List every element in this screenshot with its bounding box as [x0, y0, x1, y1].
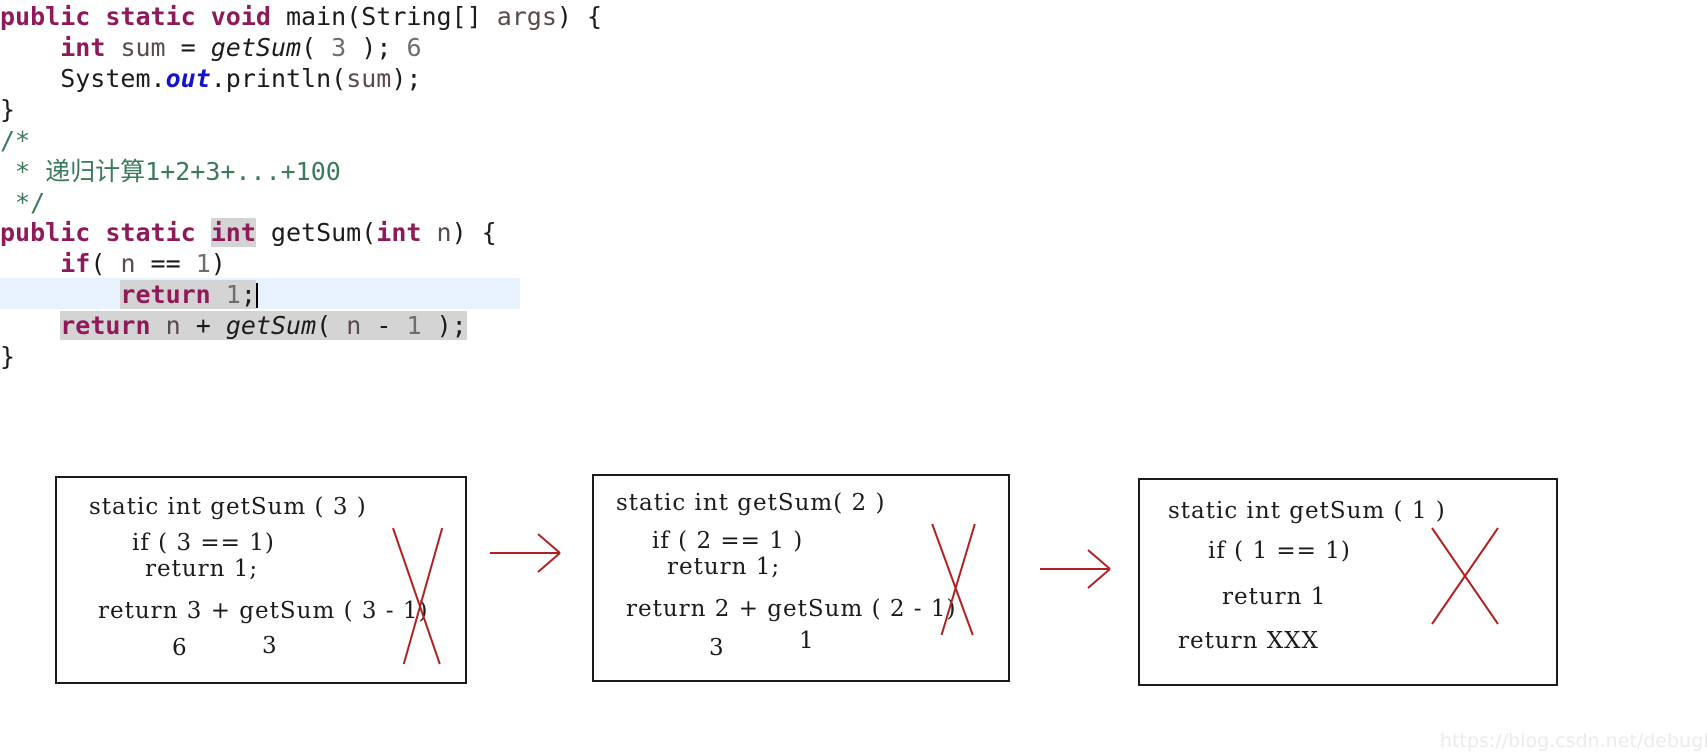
code-token: main(String[]	[285, 2, 497, 31]
frame-code-line: 3	[262, 633, 278, 659]
frame-code-line: return XXX	[1178, 628, 1319, 654]
code-token: =	[165, 33, 211, 62]
code-token: * 递归计算1+2+3+...+100	[0, 157, 341, 186]
code-token: );	[421, 311, 467, 340]
code-token: if	[60, 249, 91, 278]
flow-arrow-icon	[490, 533, 561, 573]
code-line[interactable]: return n + getSum( n - 1 );	[0, 309, 1707, 342]
frame-code-line: return 2 + getSum ( 2 - 1)	[626, 596, 957, 622]
code-token: getSum(	[255, 218, 377, 247]
code-line[interactable]: }	[0, 93, 1707, 126]
code-line[interactable]: /*	[0, 124, 1707, 157]
frame-code-line: static int getSum( 2 )	[616, 490, 886, 516]
code-token: public static	[0, 218, 211, 247]
code-token: -	[361, 311, 407, 340]
code-line[interactable]: public static void main(String[] args) {	[0, 0, 1707, 33]
frame-code-line: 3	[709, 635, 725, 661]
code-token: 1	[406, 311, 422, 340]
code-token: n	[436, 218, 452, 247]
cross-out-icon	[1431, 527, 1499, 625]
code-token: n	[346, 311, 362, 340]
code-token: args	[496, 2, 557, 31]
frame-code-line: 1	[799, 628, 815, 654]
frame-code-line: 6	[172, 635, 188, 661]
cross-out-icon	[392, 527, 444, 665]
code-token: int	[60, 33, 106, 62]
code-line[interactable]: */	[0, 186, 1707, 219]
code-token: sum	[120, 33, 166, 62]
code-token: (	[90, 249, 121, 278]
code-token: }	[0, 95, 16, 124]
recursion-diagram: static int getSum ( 3 ) if ( 3 == 1) retur…	[0, 440, 1707, 755]
code-token: ==	[135, 249, 196, 278]
code-token: sum	[346, 64, 392, 93]
frame-code-line: if ( 1 == 1)	[1208, 538, 1351, 564]
frame-code-line: return 3 + getSum ( 3 - 1)	[98, 598, 429, 624]
code-token: /*	[0, 126, 31, 155]
code-token: ) {	[451, 218, 497, 247]
frame-code-line: return 1	[1222, 584, 1327, 610]
frame-code-line: static int getSum ( 3 )	[89, 494, 367, 520]
frame-code-line: static int getSum ( 1 )	[1168, 498, 1446, 524]
code-line[interactable]: }	[0, 340, 1707, 373]
code-token: );	[391, 64, 422, 93]
code-line[interactable]: public static int getSum(int n) {	[0, 216, 1707, 249]
code-token: ) {	[556, 2, 603, 31]
code-token: public static void	[0, 2, 286, 31]
code-token: n	[120, 249, 136, 278]
frame-getsum-1: static int getSum ( 1 ) if ( 1 == 1) retur…	[1138, 478, 1558, 686]
flow-arrow-icon	[1040, 549, 1111, 589]
code-line[interactable]: * 递归计算1+2+3+...+100	[0, 155, 1707, 188]
code-token: System.	[0, 64, 166, 93]
code-line[interactable]: int sum = getSum( 3 ); 6	[0, 31, 1707, 64]
code-editor[interactable]: public static void main(String[] args) {…	[0, 0, 1707, 440]
frame-code-line: return 1;	[667, 554, 781, 580]
code-token: */	[0, 188, 46, 217]
code-token: );	[346, 33, 407, 62]
code-token: .println(	[210, 64, 347, 93]
code-token: (	[301, 33, 332, 62]
watermark: https://blog.csdn.net/debugEDM	[1440, 730, 1707, 752]
code-token: 6	[406, 33, 422, 62]
code-token: return	[60, 311, 151, 340]
code-token: int	[210, 218, 256, 247]
code-token: +	[180, 311, 226, 340]
code-token: (	[316, 311, 347, 340]
code-line[interactable]: System.out.println(sum);	[0, 62, 1707, 95]
code-token: 1	[195, 249, 211, 278]
frame-getsum-2: static int getSum( 2 ) if ( 2 == 1 ) retur…	[592, 474, 1010, 682]
frame-code-line: if ( 2 == 1 )	[652, 528, 804, 554]
frame-getsum-3: static int getSum ( 3 ) if ( 3 == 1) retur…	[55, 476, 467, 684]
code-token: 1	[225, 280, 241, 309]
code-token: }	[0, 342, 16, 371]
code-token: getSum	[225, 311, 317, 340]
code-token	[150, 311, 166, 340]
code-token: )	[210, 249, 226, 278]
text-caret	[255, 283, 258, 308]
code-line[interactable]: if( n == 1)	[0, 247, 1707, 280]
code-token: getSum	[210, 33, 302, 62]
frame-code-line: return 1;	[145, 556, 259, 582]
code-token: 3	[331, 33, 347, 62]
code-line[interactable]: return 1;	[0, 278, 1707, 311]
code-token: return	[120, 280, 226, 309]
frame-code-line: if ( 3 == 1)	[132, 530, 275, 556]
code-token: out	[165, 64, 211, 93]
code-token: n	[165, 311, 181, 340]
code-token: ;	[240, 280, 256, 309]
code-token: int	[376, 218, 422, 247]
